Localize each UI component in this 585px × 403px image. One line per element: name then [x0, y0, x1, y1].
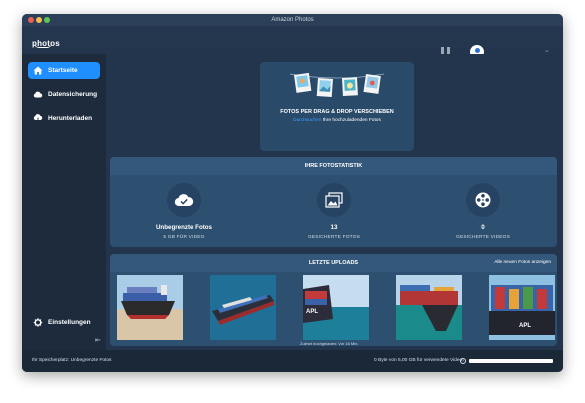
container-ship-image [396, 275, 462, 340]
minimize-window-button[interactable] [36, 17, 42, 23]
recent-upload-thumbnail[interactable] [117, 275, 183, 340]
recent-uploads-card: LETZTE UPLOADS Alle neuen Fotos anzeigen [110, 254, 557, 346]
photo-clothesline-illustration [289, 72, 385, 98]
see-all-photos-link[interactable]: Alle neuen Fotos anzeigen [494, 254, 551, 272]
sidebar-item-startseite[interactable]: Startseite [28, 62, 100, 79]
stat-label: 5 GB FÜR VIDEO [163, 235, 205, 240]
last-uploaded-caption: Zuletzt hochgeladen: Vor 16 Min. [300, 341, 359, 346]
upload-dropzone[interactable]: FOTOS PER DRAG & DROP VERSCHIEBEN Durchs… [260, 62, 414, 151]
close-window-button[interactable] [28, 17, 34, 23]
uploads-heading-text: LETZTE UPLOADS [308, 260, 359, 266]
sidebar-item-label: Startseite [48, 67, 78, 74]
storage-progress-bar [469, 359, 553, 363]
logo-smile-icon [34, 43, 52, 48]
storage-summary: Ihr Speicherplatz: Unbegrenzte Fotos [32, 358, 112, 363]
sidebar-item-label: Einstellungen [48, 319, 91, 326]
sidebar-item-einstellungen[interactable]: Einstellungen [28, 314, 100, 331]
cloud-icon [33, 91, 43, 98]
photos-icon [317, 183, 351, 217]
cloud-download-icon [33, 114, 43, 123]
title-bar: Amazon Photos [22, 14, 563, 26]
user-icon [474, 47, 480, 53]
sidebar: Startseite Datensicherung Herunterladen … [22, 54, 106, 350]
stat-label: GESICHERTE VIDEOS [456, 235, 510, 240]
window-title: Amazon Photos [271, 17, 314, 23]
stat-value: 0 [481, 224, 485, 231]
stat-unlimited-photos: Unbegrenzte Fotos 5 GB FÜR VIDEO [124, 183, 244, 240]
video-storage-usage: 0 Byte von 5,00 GB für verwendete Video [374, 358, 463, 363]
svg-text:APL: APL [306, 309, 318, 315]
info-icon[interactable]: ? [460, 358, 466, 364]
sidebar-item-label: Herunterladen [48, 115, 93, 122]
recent-upload-thumbnail[interactable]: APL [489, 275, 555, 340]
stat-backed-up-videos: 0 GESICHERTE VIDEOS [423, 183, 543, 240]
recent-upload-thumbnail[interactable]: APL [303, 275, 369, 340]
photos-logo: photos [32, 33, 60, 51]
stat-label: GESICHERTE FOTOS [307, 235, 361, 240]
recent-upload-thumbnail[interactable] [210, 275, 276, 340]
container-ship-image [117, 275, 183, 340]
collapse-sidebar-icon[interactable]: ⇤ [95, 336, 101, 344]
container-ship-image: APL [303, 275, 369, 340]
photo-stats-card: IHRE FOTOSTATISTIK Unbegrenzte Fotos 5 G… [110, 157, 557, 247]
zoom-window-button[interactable] [44, 17, 50, 23]
stat-backed-up-photos: 13 GESICHERTE FOTOS [274, 183, 394, 240]
container-ship-image [210, 275, 276, 340]
dropzone-subtitle: Durchsuchen Ihre hochzuladenden Fotos [260, 118, 414, 123]
container-ship-image: APL [489, 275, 555, 340]
film-reel-icon [466, 183, 500, 217]
cloud-check-icon [167, 183, 201, 217]
account-menu-chevron-icon[interactable]: ⌄ [544, 46, 550, 54]
home-icon [33, 66, 43, 75]
sidebar-item-datensicherung[interactable]: Datensicherung [28, 86, 100, 103]
sidebar-item-label: Datensicherung [48, 91, 98, 98]
app-window: Amazon Photos photos ⌄ Startseite Datens… [22, 14, 563, 372]
svg-text:APL: APL [519, 323, 531, 329]
sidebar-item-herunterladen[interactable]: Herunterladen [28, 110, 100, 127]
browse-link[interactable]: Durchsuchen [293, 118, 321, 123]
recent-upload-thumbnail[interactable] [396, 275, 462, 340]
gear-icon [33, 318, 43, 327]
stat-value: 13 [330, 224, 338, 231]
stat-value: Unbegrenzte Fotos [155, 224, 213, 231]
main-content: FOTOS PER DRAG & DROP VERSCHIEBEN Durchs… [106, 54, 563, 350]
stats-heading: IHRE FOTOSTATISTIK [110, 157, 557, 175]
dropzone-subtitle-text: Ihre hochzuladenden Fotos [321, 118, 381, 123]
uploads-heading: LETZTE UPLOADS Alle neuen Fotos anzeigen [110, 254, 557, 272]
status-bar: Ihr Speicherplatz: Unbegrenzte Fotos 0 B… [22, 350, 563, 372]
dropzone-title: FOTOS PER DRAG & DROP VERSCHIEBEN [280, 109, 394, 115]
